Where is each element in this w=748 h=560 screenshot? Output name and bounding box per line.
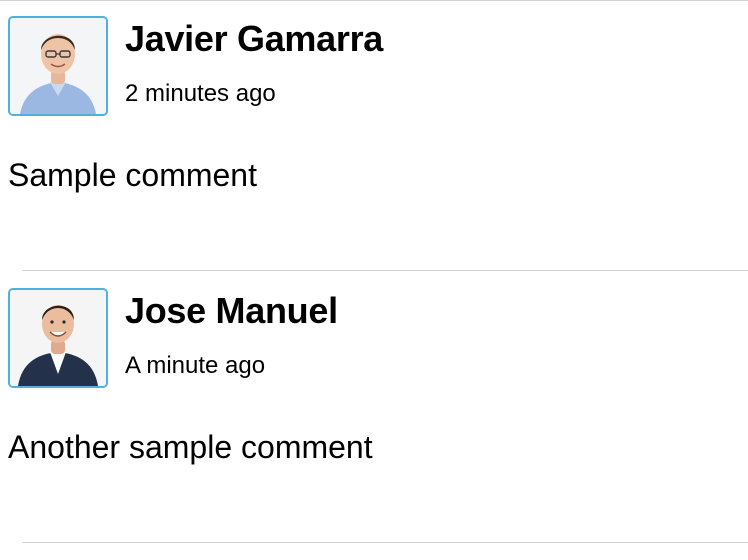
avatar[interactable]	[8, 16, 108, 116]
comment-timestamp: 2 minutes ago	[125, 80, 276, 107]
person-avatar-icon	[10, 18, 106, 114]
person-avatar-icon	[10, 290, 106, 386]
comment-author[interactable]: Javier Gamarra	[125, 18, 383, 60]
comment-timestamp: A minute ago	[125, 352, 266, 379]
comment-text: Another sample comment	[8, 429, 373, 465]
avatar[interactable]	[8, 288, 108, 388]
comment-item: Javier Gamarra 2 minutes ago Sample comm…	[0, 0, 748, 272]
comment-divider	[22, 270, 748, 271]
comment-divider	[22, 542, 748, 543]
comment-text: Sample comment	[8, 157, 257, 193]
comment-item: Jose Manuel A minute ago Another sample …	[0, 272, 748, 544]
comment-author[interactable]: Jose Manuel	[125, 290, 338, 332]
